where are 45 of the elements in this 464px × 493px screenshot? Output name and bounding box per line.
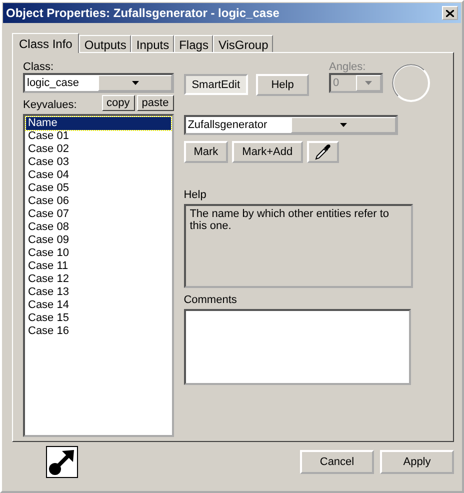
comments-label: Comments <box>184 294 238 306</box>
keyvalues-label: Keyvalues: <box>23 99 77 111</box>
list-item[interactable]: Case 04 <box>26 169 171 182</box>
tab[interactable]: Flags <box>174 35 214 52</box>
class-label: Class: <box>23 61 55 73</box>
eyedropper-button[interactable] <box>306 141 339 163</box>
paste-button[interactable]: paste <box>136 95 174 111</box>
list-item[interactable]: Case 09 <box>26 234 171 247</box>
mark-button[interactable]: Mark <box>184 141 228 163</box>
value-dropdown[interactable]: Zufallsgenerator <box>184 115 398 135</box>
eyedropper-icon <box>314 143 332 161</box>
list-item[interactable]: Case 10 <box>26 247 171 260</box>
angle-dial-icon <box>391 63 431 103</box>
copy-button[interactable]: copy <box>102 95 135 111</box>
list-item[interactable]: Case 16 <box>26 325 171 338</box>
close-button[interactable] <box>442 6 458 20</box>
tab[interactable]: VisGroup <box>213 35 274 52</box>
class-dropdown[interactable]: logic_case <box>23 73 174 93</box>
tab[interactable]: Inputs <box>131 35 174 52</box>
list-item[interactable]: Case 05 <box>26 182 171 195</box>
list-item[interactable]: Case 08 <box>26 221 171 234</box>
list-item[interactable]: Case 07 <box>26 208 171 221</box>
help-label: Help <box>184 189 208 201</box>
list-item[interactable]: Case 01 <box>26 130 171 143</box>
help-button[interactable]: Help <box>256 74 309 96</box>
list-item[interactable]: Case 02 <box>26 143 171 156</box>
apply-button[interactable]: Apply <box>380 450 454 474</box>
list-item[interactable]: Case 12 <box>26 273 171 286</box>
list-item[interactable]: Case 13 <box>26 286 171 299</box>
list-item[interactable]: Case 06 <box>26 195 171 208</box>
list-item[interactable]: Case 03 <box>26 156 171 169</box>
list-item[interactable]: Case 14 <box>26 299 171 312</box>
close-icon <box>446 10 454 16</box>
window-title: Object Properties: Zufallsgenerator - logic_case <box>6 6 280 20</box>
smartedit-button[interactable]: SmartEdit <box>184 74 248 95</box>
tab[interactable]: Class Info <box>12 33 80 53</box>
angles-label: Angles: <box>329 61 367 73</box>
help-text: The name by which other entities refer to this one. <box>184 204 413 288</box>
list-item[interactable]: Case 15 <box>26 312 171 325</box>
tab[interactable]: Outputs <box>79 35 132 52</box>
cancel-button[interactable]: Cancel <box>300 450 374 474</box>
list-item[interactable]: Name <box>26 117 171 130</box>
mark-button[interactable]: Mark+Add <box>232 141 303 163</box>
list-item[interactable]: Case 11 <box>26 260 171 273</box>
comments-field[interactable] <box>184 309 411 385</box>
